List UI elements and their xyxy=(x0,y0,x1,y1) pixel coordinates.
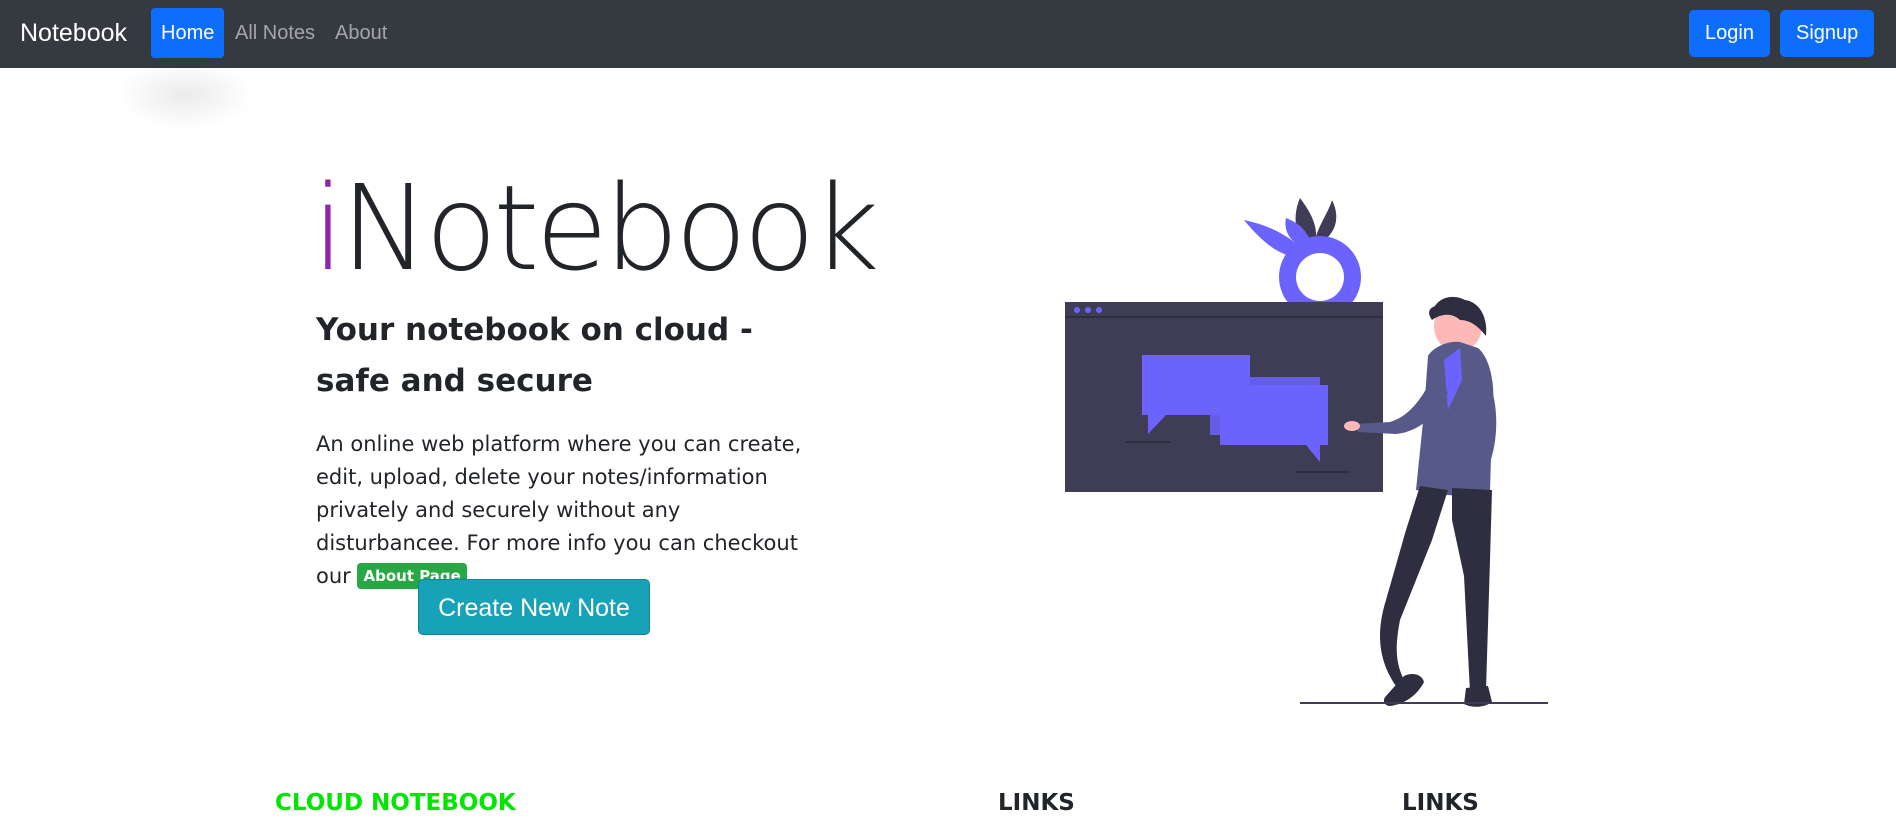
create-new-note-button[interactable]: Create New Note xyxy=(418,579,650,635)
signup-button[interactable]: Signup xyxy=(1780,10,1875,57)
hero-illustration xyxy=(1065,198,1548,707)
nav-link-home[interactable]: Home xyxy=(151,8,225,58)
hero-title-rest: Notebook xyxy=(340,159,880,297)
nav-link-about[interactable]: About xyxy=(325,8,397,58)
navbar: Notebook Home All Notes About Login Sign… xyxy=(0,0,1896,68)
decorative-shadow xyxy=(115,60,255,130)
hero-description: An online web platform where you can cre… xyxy=(316,428,826,593)
footer-heading-links: LINKS xyxy=(998,790,1075,816)
nav-link-all-notes[interactable]: All Notes xyxy=(225,8,325,58)
hero-subtitle: Your notebook on cloud - safe and secure xyxy=(316,312,753,399)
hero-title: iNotebook xyxy=(312,158,880,298)
brand-logo[interactable]: Notebook xyxy=(20,19,127,48)
login-button[interactable]: Login xyxy=(1689,10,1770,57)
footer-heading-links-2: LINKS xyxy=(1402,790,1479,816)
footer-heading-cloud-notebook: CLOUD NOTEBOOK xyxy=(275,790,516,816)
hero-title-i: i xyxy=(312,159,345,297)
